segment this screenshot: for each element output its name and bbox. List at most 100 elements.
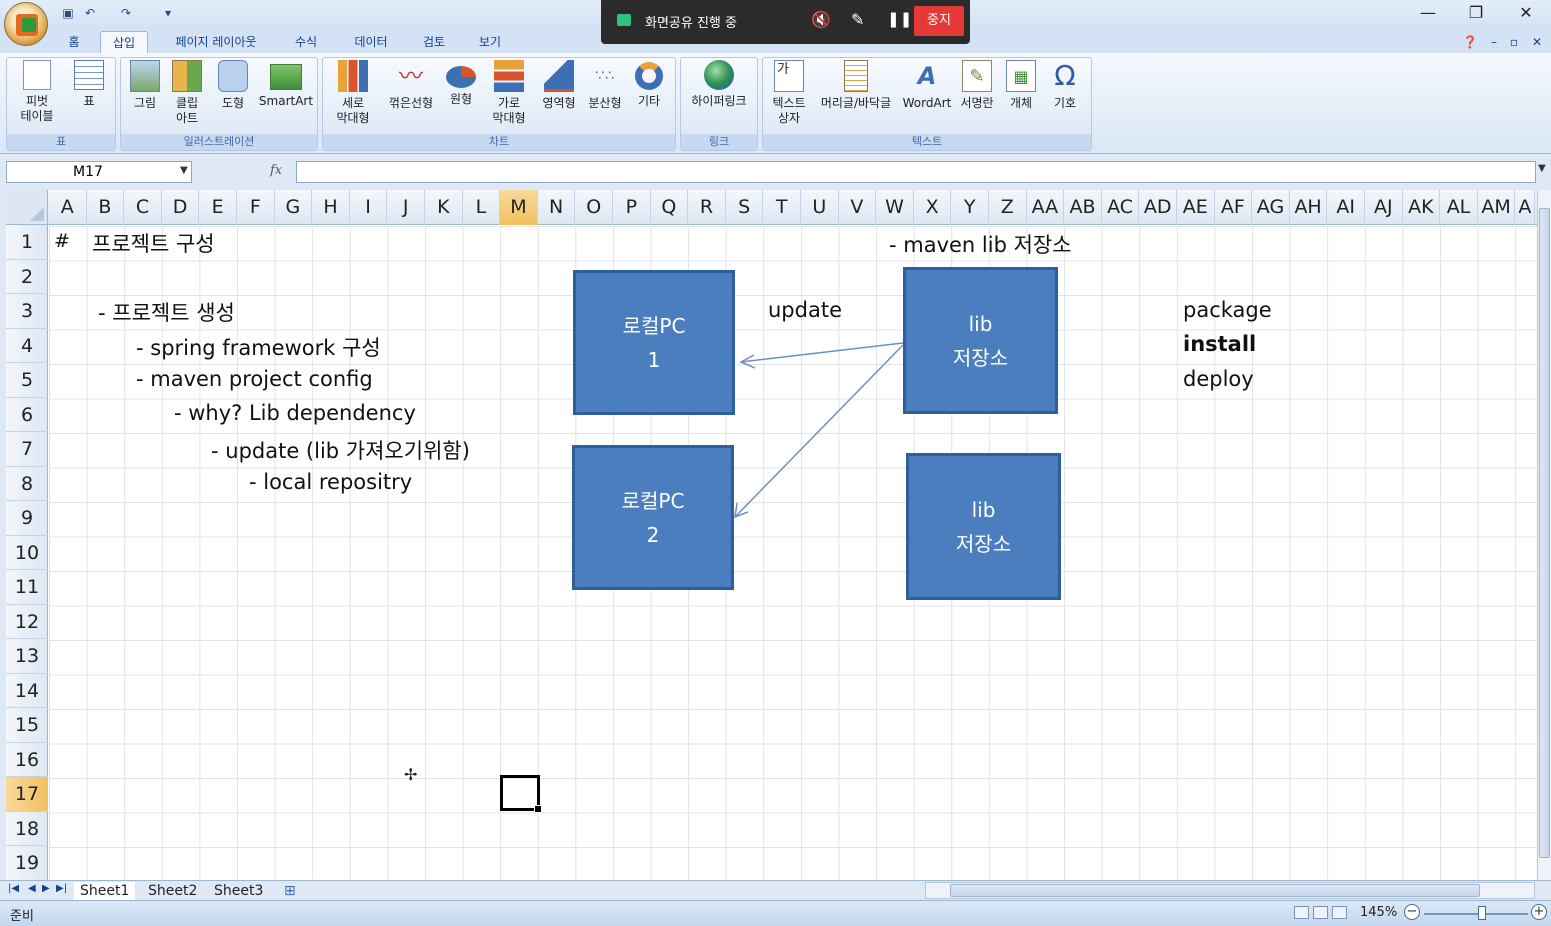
column-header[interactable]: R (688, 190, 726, 225)
pause-icon[interactable]: ❚❚ (887, 10, 912, 28)
column-header[interactable]: AG (1252, 190, 1290, 225)
expand-formula-icon[interactable]: ▼ (1538, 163, 1546, 174)
row-header[interactable]: 1 (6, 225, 48, 260)
column-header[interactable]: A (49, 190, 87, 225)
tab-insert[interactable]: 삽입 (100, 31, 148, 53)
mute-icon[interactable]: 🔇 (811, 10, 831, 29)
redo-icon[interactable]: ↷ (118, 5, 134, 21)
tab-review[interactable]: 검토 (412, 31, 456, 53)
column-header[interactable]: AF (1215, 190, 1253, 225)
zoom-slider-thumb[interactable] (1478, 906, 1486, 920)
textbox-button[interactable]: 가 텍스트 상자 (765, 60, 813, 134)
symbol-button[interactable]: Ω 기호 (1045, 60, 1085, 134)
horizontal-scroll-thumb[interactable] (950, 884, 1480, 897)
cell-f8[interactable]: - local repositry (249, 470, 412, 494)
column-chart-button[interactable]: 세로 막대형 (327, 60, 379, 134)
area-chart-button[interactable]: 영역형 (537, 60, 581, 134)
page-break-view-icon[interactable] (1332, 906, 1347, 919)
column-header[interactable]: E (199, 190, 237, 225)
column-header[interactable]: AK (1403, 190, 1441, 225)
cell-ae5[interactable]: deploy (1183, 367, 1254, 391)
column-header[interactable]: B (87, 190, 125, 225)
scatter-chart-button[interactable]: ∵∴ 분산형 (583, 60, 627, 134)
row-header[interactable]: 18 (6, 812, 48, 846)
next-sheet-icon[interactable]: ▶ (42, 883, 50, 894)
worksheet[interactable]: A B C D E F G H I J K L M N O P Q R S T U V W X Y Z AA AB AC AD AE AF AG… (6, 190, 1537, 880)
column-header[interactable]: V (839, 190, 877, 225)
header-footer-button[interactable]: 머리글/바닥글 (813, 60, 899, 134)
tab-data[interactable]: 데이터 (342, 31, 400, 53)
column-header[interactable]: A (1515, 190, 1536, 225)
row-header[interactable]: 15 (6, 708, 48, 743)
column-header[interactable]: AM (1478, 190, 1516, 225)
column-header[interactable]: AA (1027, 190, 1065, 225)
hyperlink-button[interactable]: 하이퍼링크 (683, 60, 755, 134)
help-icon[interactable]: ❓ (1458, 31, 1482, 53)
ribbon-close-icon[interactable]: ✕ (1528, 31, 1546, 53)
cell-ae3[interactable]: package (1183, 298, 1272, 322)
column-header[interactable]: M (500, 190, 538, 225)
column-header[interactable]: AB (1064, 190, 1102, 225)
row-header[interactable]: 6 (6, 398, 48, 432)
stop-share-button[interactable]: 중지 (914, 6, 964, 36)
column-header[interactable]: F (237, 190, 275, 225)
zoom-out-icon[interactable]: − (1404, 904, 1420, 920)
restore-icon[interactable]: ❐ (1461, 2, 1491, 24)
column-header[interactable]: U (801, 190, 839, 225)
column-header[interactable]: AL (1440, 190, 1478, 225)
ribbon-restore-icon[interactable]: ▫ (1506, 31, 1522, 53)
cell-grid[interactable] (49, 226, 1537, 880)
ribbon-minimize-icon[interactable]: – (1486, 31, 1502, 53)
cell-c5[interactable]: - maven project config (136, 367, 373, 391)
lib-repo-1-shape[interactable]: lib 저장소 (903, 267, 1058, 414)
vertical-scroll-thumb[interactable] (1539, 208, 1550, 858)
customize-qat-icon[interactable]: ▾ (160, 5, 176, 21)
cell-ae4[interactable]: install (1183, 332, 1256, 356)
column-header[interactable]: AD (1139, 190, 1177, 225)
cell-d6[interactable]: - why? Lib dependency (174, 401, 416, 425)
pivot-table-button[interactable]: 피벗 테이블 (9, 60, 65, 134)
close-icon[interactable]: ✕ (1511, 2, 1541, 24)
column-header[interactable]: L (463, 190, 501, 225)
insert-function-icon[interactable]: fx (270, 163, 282, 178)
column-header[interactable]: Z (989, 190, 1027, 225)
minimize-icon[interactable]: — (1413, 2, 1443, 24)
picture-button[interactable]: 그림 (125, 60, 165, 134)
column-header[interactable]: W (876, 190, 914, 225)
zoom-in-icon[interactable]: + (1531, 904, 1547, 920)
cell-t3[interactable]: update (768, 298, 842, 322)
column-header[interactable]: K (425, 190, 463, 225)
signature-line-button[interactable]: ✎ 서명란 (955, 60, 999, 134)
row-header[interactable]: 13 (6, 639, 48, 674)
first-sheet-icon[interactable]: |◀ (8, 883, 19, 894)
undo-icon[interactable]: ↶ (82, 5, 98, 21)
line-chart-button[interactable]: 〰 꺾은선형 (381, 60, 441, 134)
prev-sheet-icon[interactable]: ◀ (28, 883, 36, 894)
row-header[interactable]: 3 (6, 294, 48, 329)
column-header[interactable]: T (763, 190, 801, 225)
sheet-tab-sheet1[interactable]: Sheet1 (74, 882, 136, 900)
active-cell-m17[interactable] (500, 775, 542, 813)
row-header[interactable]: 7 (6, 432, 48, 467)
row-header[interactable]: 12 (6, 605, 48, 639)
shapes-button[interactable]: 도형 (213, 60, 253, 134)
column-header[interactable]: Y (951, 190, 989, 225)
row-header[interactable]: 4 (6, 329, 48, 363)
sheet-tab-sheet2[interactable]: Sheet2 (142, 882, 203, 900)
object-button[interactable]: ▦ 개체 (1001, 60, 1041, 134)
row-header[interactable]: 9 (6, 501, 48, 536)
row-header[interactable]: 11 (6, 570, 48, 605)
select-all-corner[interactable] (6, 190, 48, 225)
other-chart-button[interactable]: 기타 (629, 60, 669, 134)
clipart-button[interactable]: 클립 아트 (167, 60, 207, 134)
tab-page-layout[interactable]: 페이지 레이아웃 (160, 31, 272, 53)
column-header[interactable]: AI (1327, 190, 1365, 225)
bar-chart-button[interactable]: 가로 막대형 (483, 60, 535, 134)
local-pc-2-shape[interactable]: 로컬PC 2 (572, 445, 734, 590)
column-header[interactable]: AH (1290, 190, 1328, 225)
column-header[interactable]: N (538, 190, 576, 225)
namebox-dropdown-icon[interactable]: ▼ (180, 165, 188, 176)
pen-icon[interactable]: ✎ (851, 10, 864, 29)
normal-view-icon[interactable] (1294, 906, 1309, 919)
cell-a1[interactable]: # (54, 230, 70, 252)
